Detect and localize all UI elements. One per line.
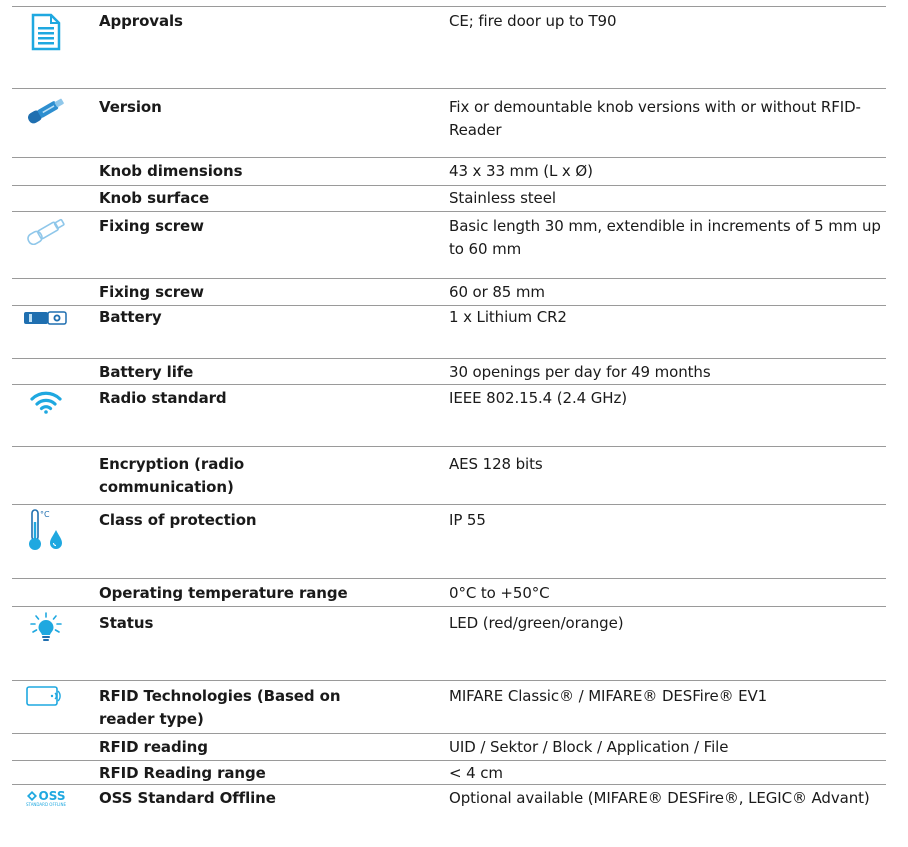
- row-divider: [12, 358, 886, 359]
- spec-value: MIFARE Classic® / MIFARE® DESFire® EV1: [449, 687, 768, 705]
- spec-label: Class of protection: [99, 511, 257, 529]
- spec-value: IEEE 802.15.4 (2.4 GHz): [449, 389, 627, 407]
- spec-value: Fix or demountable knob versions with or…: [449, 98, 861, 139]
- spec-label: Version: [99, 98, 162, 116]
- wifi-icon: [18, 390, 74, 414]
- svg-text:°C: °C: [40, 510, 50, 519]
- spec-value: LED (red/green/orange): [449, 614, 624, 632]
- spec-label: OSS Standard Offline: [99, 789, 276, 807]
- spec-value: Optional available (MIFARE® DESFire®, LE…: [449, 789, 870, 807]
- row-divider: [12, 6, 886, 7]
- spec-value: CE; fire door up to T90: [449, 12, 617, 30]
- light-bulb-icon: [18, 611, 74, 643]
- spec-label: Fixing screw: [99, 217, 204, 235]
- spec-label: RFID Reading range: [99, 764, 266, 782]
- row-divider: [12, 606, 886, 607]
- row-divider: [12, 760, 886, 761]
- row-divider: [12, 278, 886, 279]
- spec-value: Basic length 30 mm, extendible in increm…: [449, 217, 881, 258]
- spec-value: IP 55: [449, 511, 486, 529]
- row-divider: [12, 185, 886, 186]
- spec-label: Battery: [99, 308, 162, 326]
- row-divider: [12, 504, 886, 505]
- oss-logo-text: OSS: [38, 789, 66, 803]
- rfid-card-icon: [18, 685, 74, 707]
- knob-cylinder-icon: [18, 96, 74, 124]
- row-divider: [12, 157, 886, 158]
- oss-logo-icon: OSS STANDARD OFFLINE: [18, 790, 74, 807]
- row-divider: [12, 578, 886, 579]
- spec-label: RFID reading: [99, 738, 208, 756]
- spec-label: Knob surface: [99, 189, 210, 207]
- oss-logo-subtext: STANDARD OFFLINE: [26, 802, 66, 807]
- spec-label: Knob dimensions: [99, 162, 243, 180]
- spec-value: AES 128 bits: [449, 455, 543, 473]
- spec-label: Operating temperature range: [99, 584, 348, 602]
- row-divider: [12, 211, 886, 212]
- spec-value: 30 openings per day for 49 months: [449, 363, 711, 381]
- spec-label: Encryption (radio communication): [99, 455, 245, 496]
- spec-label: Battery life: [99, 363, 194, 381]
- spec-label: Fixing screw: [99, 283, 204, 301]
- spec-label: RFID Technologies (Based on reader type): [99, 687, 341, 728]
- row-divider: [12, 733, 886, 734]
- row-divider: [12, 88, 886, 89]
- row-divider: [12, 680, 886, 681]
- document-icon: [18, 13, 74, 51]
- thermometer-drop-icon: °C: [18, 508, 74, 552]
- battery-icon: [18, 311, 74, 325]
- row-divider: [12, 446, 886, 447]
- spec-value: Stainless steel: [449, 189, 556, 207]
- spec-value: 60 or 85 mm: [449, 283, 545, 301]
- spec-value: UID / Sektor / Block / Application / Fil…: [449, 738, 729, 756]
- spec-label: Status: [99, 614, 154, 632]
- row-divider: [12, 784, 886, 785]
- row-divider: [12, 384, 886, 385]
- screw-icon: [18, 217, 74, 245]
- spec-value: < 4 cm: [449, 764, 503, 782]
- spec-value: 0°C to +50°C: [449, 584, 550, 602]
- spec-label: Approvals: [99, 12, 183, 30]
- spec-value: 43 x 33 mm (L x Ø): [449, 162, 593, 180]
- spec-value: 1 x Lithium CR2: [449, 308, 567, 326]
- spec-label: Radio standard: [99, 389, 227, 407]
